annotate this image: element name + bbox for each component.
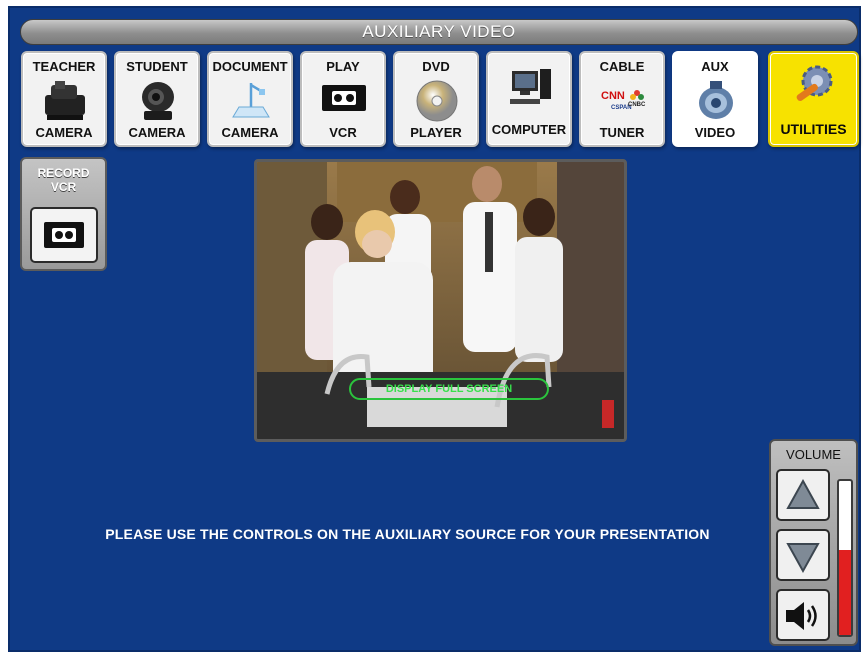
record-vcr-button[interactable] — [30, 207, 98, 263]
computer-button[interactable]: COMPUTER — [486, 51, 572, 147]
mute-button[interactable] — [776, 589, 830, 641]
record-label: RECORD — [37, 166, 90, 180]
record-label-vcr: VCR — [50, 180, 77, 194]
speaker-icon — [786, 602, 817, 630]
tv-networks-icon: CNN CSPAN CNBC — [601, 90, 646, 111]
button-label-top: STUDENT — [126, 59, 188, 74]
record-vcr-panel: RECORD VCR — [20, 157, 107, 271]
volume-title: VOLUME — [786, 447, 841, 462]
button-label-bottom: CAMERA — [35, 125, 93, 140]
vhs-tape-icon — [44, 222, 84, 248]
button-label-top: AUX — [701, 59, 729, 74]
document-camera-icon — [45, 81, 85, 120]
dvd-player-button[interactable]: DVD PLAYER — [393, 51, 479, 147]
button-label-bottom: PLAYER — [410, 125, 462, 140]
volume-meter[interactable] — [837, 479, 853, 637]
button-label-top: CABLE — [599, 59, 645, 74]
play-vcr-button[interactable]: PLAY VCR — [300, 51, 386, 147]
page-title: AUXILIARY VIDEO — [20, 19, 858, 45]
instruction-message: PLEASE USE THE CONTROLS ON THE AUXILIARY… — [105, 526, 710, 542]
display-full-screen-button[interactable]: DISPLAY FULL SCREEN — [349, 378, 549, 400]
video-preview[interactable]: DISPLAY FULL SCREEN — [254, 159, 627, 442]
aux-video-button[interactable]: AUX VIDEO — [672, 51, 758, 147]
volume-down-button[interactable] — [776, 529, 830, 581]
vhs-tape-icon — [322, 85, 366, 111]
computer-icon — [510, 69, 551, 104]
button-label-bottom: VIDEO — [694, 125, 736, 140]
button-label-bottom: CAMERA — [128, 125, 186, 140]
volume-up-button[interactable] — [776, 469, 830, 521]
volume-meter-fill — [839, 550, 851, 635]
disc-icon — [416, 80, 458, 122]
button-label-top: TEACHER — [32, 59, 96, 74]
network-logo: CNBC — [628, 102, 646, 108]
student-camera-button[interactable]: STUDENT CAMERA — [114, 51, 200, 147]
button-label-bottom: UTILITIES — [780, 121, 847, 137]
button-label-bottom: TUNER — [599, 125, 645, 140]
button-label-bottom: COMPUTER — [491, 122, 567, 137]
button-label-bottom: VCR — [329, 125, 357, 140]
arrow-down-icon — [786, 543, 820, 574]
button-label-top: PLAY — [326, 59, 360, 74]
arrow-up-icon — [786, 478, 820, 509]
cable-tuner-button[interactable]: CABLE CNN CSPAN CNBC TUNER — [579, 51, 665, 147]
network-logo: CNN — [601, 90, 625, 102]
teacher-camera-button[interactable]: TEACHER CAMERA — [21, 51, 107, 147]
aux-lens-icon — [699, 81, 733, 119]
wrench-gear-icon — [796, 65, 833, 101]
button-label-top: DOCUMENT — [212, 59, 288, 74]
visualizer-icon — [232, 83, 270, 118]
volume-panel: VOLUME — [769, 439, 858, 646]
button-label-top: DVD — [422, 59, 450, 74]
document-camera-button[interactable]: DOCUMENT CAMERA — [207, 51, 293, 147]
utilities-button[interactable]: UTILITIES — [768, 51, 859, 147]
ptz-camera-icon — [142, 82, 174, 120]
button-label-bottom: CAMERA — [221, 125, 279, 140]
